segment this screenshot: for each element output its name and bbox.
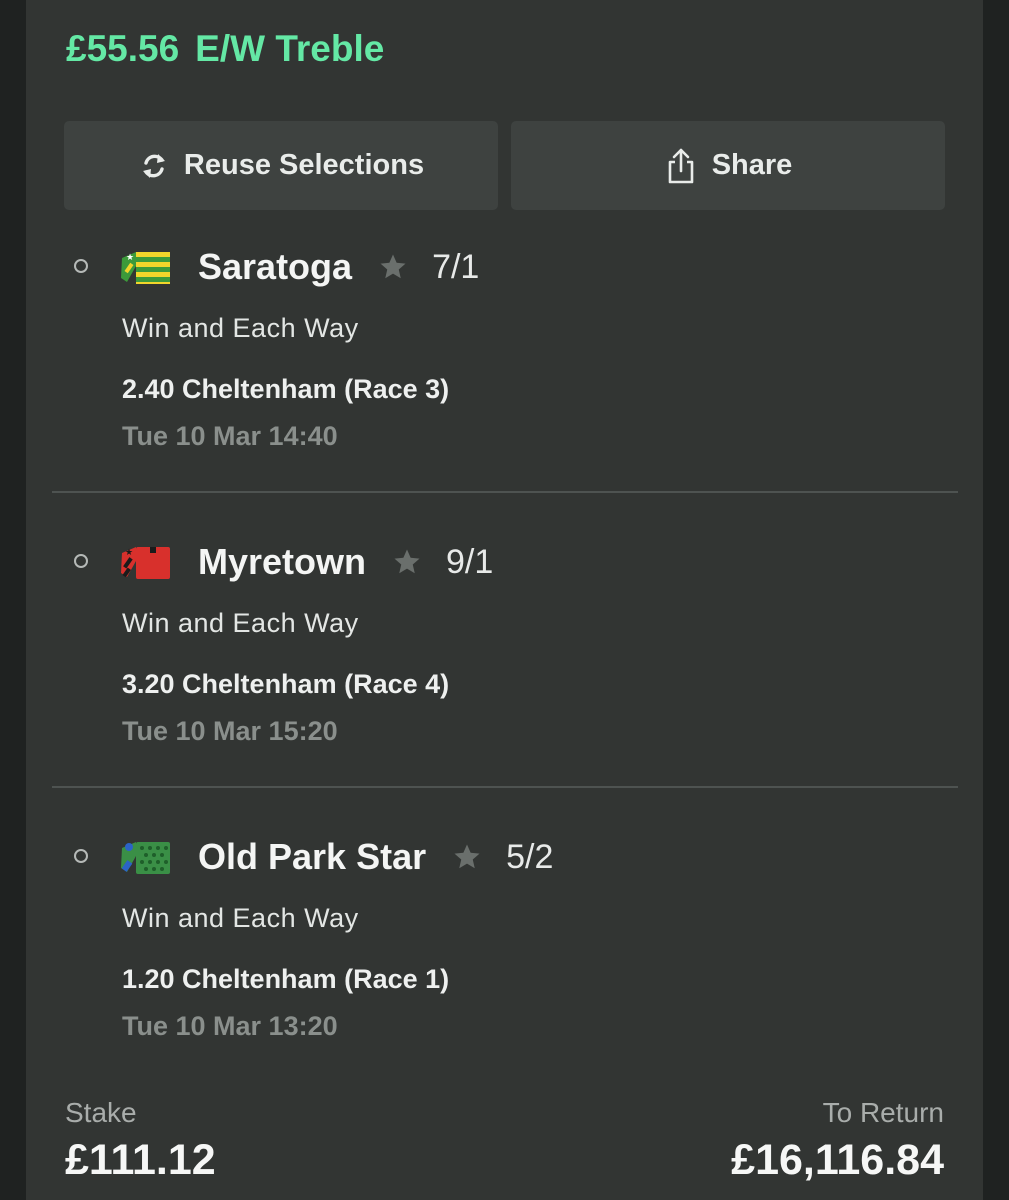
event-name: 2.40 Cheltenham (Race 3) [122,374,450,404]
event-date: Tue 10 Mar 15:20 [122,716,338,746]
radio-icon [74,259,88,273]
star-icon[interactable] [392,547,422,577]
odds: 7/1 [432,247,480,286]
svg-text:★: ★ [125,548,133,558]
return-label: To Return [822,1097,944,1128]
selection-item: ★ Saratoga 7/1 Win and Each Way 2.40 Che… [26,238,983,498]
reuse-selections-button[interactable]: Reuse Selections [64,121,498,210]
bet-receipt-card: £55.56 E/W Treble Reuse Selections Share [26,0,983,1200]
selection-item: ★ Myretown 9/1 Win and Each Way 3.20 Che… [26,533,983,793]
divider [52,491,958,493]
runner-name: Old Park Star [198,836,427,877]
stake-label: Stake [65,1097,137,1128]
bet-type: E/W Treble [195,28,385,69]
market-type: Win and Each Way [122,608,359,638]
market-type: Win and Each Way [122,903,359,933]
event-name: 3.20 Cheltenham (Race 4) [122,669,450,699]
silks-icon [121,842,170,874]
odds: 5/2 [506,837,554,876]
reuse-selections-label: Reuse Selections [183,149,425,181]
radio-icon [74,849,88,863]
silks-icon: ★ [121,547,170,579]
runner-row: Myretown 9/1 [198,541,493,583]
market-type: Win and Each Way [122,313,359,343]
share-button[interactable]: Share [511,121,945,210]
refresh-icon [138,150,170,182]
bet-stake-amount: £55.56 [66,28,180,69]
event-name: 1.20 Cheltenham (Race 1) [122,964,450,994]
star-icon[interactable] [378,252,408,282]
runner-row: Saratoga 7/1 [198,246,479,288]
silks-icon: ★ [121,252,170,284]
divider [52,786,958,788]
event-date: Tue 10 Mar 13:20 [122,1011,338,1041]
share-icon [664,147,698,185]
runner-name: Saratoga [198,246,353,287]
runner-name: Myretown [198,541,367,582]
radio-icon [74,554,88,568]
share-label: Share [711,149,793,181]
star-icon[interactable] [452,842,482,872]
svg-text:★: ★ [126,253,134,263]
event-date: Tue 10 Mar 14:40 [122,421,338,451]
stake-value: £111.12 [65,1136,216,1184]
odds: 9/1 [446,542,494,581]
bet-title: £55.56 E/W Treble [66,28,384,70]
return-value: £16,116.84 [731,1136,944,1184]
selection-item: Old Park Star 5/2 Win and Each Way 1.20 … [26,828,983,1088]
runner-row: Old Park Star 5/2 [198,836,553,878]
